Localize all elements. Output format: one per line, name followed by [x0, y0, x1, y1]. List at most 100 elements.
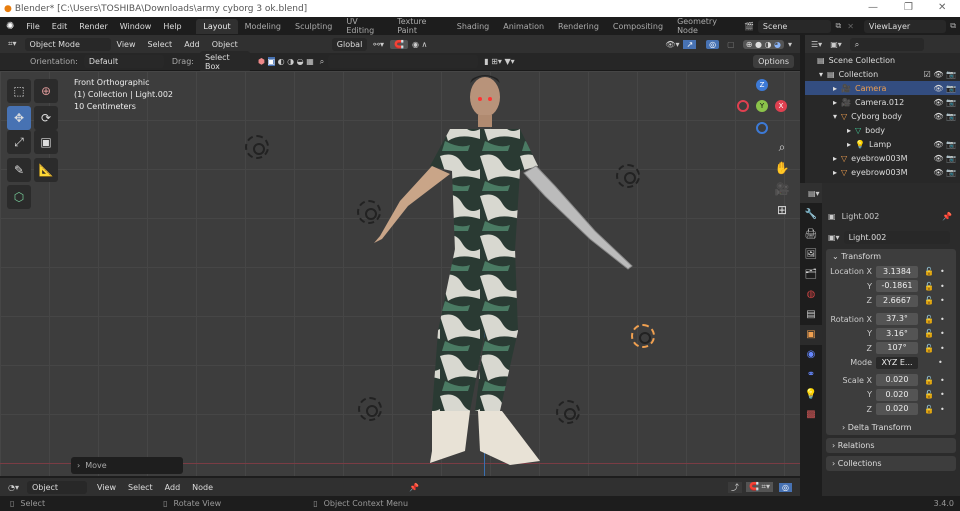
light-object-icon[interactable] — [245, 135, 269, 159]
editor-type-icon[interactable]: ◔▾ — [0, 483, 27, 492]
node-type-selector[interactable]: Object — [27, 480, 87, 494]
snap-toggle-icon[interactable]: 🧲 — [390, 39, 408, 49]
lock-icon[interactable]: 🔓 — [924, 390, 934, 399]
menu-render[interactable]: Render — [73, 22, 113, 31]
transform-tool-icon[interactable]: ▣ — [34, 130, 58, 154]
zoom-icon[interactable]: ⌕ — [772, 137, 792, 158]
view-layer-tab-icon[interactable]: 🗂 — [800, 265, 822, 285]
gizmo-y-axis[interactable]: Y — [756, 100, 768, 112]
editor-type-icon[interactable]: ⌗▾ — [0, 39, 25, 49]
ortho-grid-icon[interactable]: ⊞ — [772, 200, 792, 221]
scale-tool-icon[interactable]: ⤢ — [7, 130, 31, 154]
visibility-icon[interactable]: 👁▾ — [661, 40, 683, 49]
outliner-search-input[interactable]: ⌕ — [849, 37, 924, 51]
viewport-menu-view[interactable]: View — [111, 40, 142, 49]
scene-selector[interactable]: Scene — [757, 19, 832, 33]
xray-toggle-icon[interactable]: ▢ — [719, 40, 743, 49]
scene-icon[interactable]: 🎬 — [740, 22, 758, 31]
minimize-button[interactable]: — — [868, 2, 878, 13]
proportional-edit-icon[interactable]: ◉ ∧ — [408, 40, 431, 49]
data-tab-icon[interactable]: 💡 — [800, 385, 822, 405]
mode-selector[interactable]: Object Mode — [24, 37, 111, 51]
keyframe-dot[interactable]: • — [940, 329, 945, 338]
viewport-menu-add[interactable]: Add — [178, 40, 206, 49]
outliner-item-lamp[interactable]: ▸ 💡 Lamp 👁 📷 — [805, 137, 960, 151]
cursor-tool-icon[interactable]: ⊕ — [34, 79, 58, 103]
object-name-field[interactable]: Light.002 — [843, 230, 950, 244]
lock-icon[interactable]: 🔓 — [924, 315, 934, 324]
location-y-field[interactable]: -0.1861 — [876, 280, 918, 293]
search-icon[interactable]: ⌕ — [320, 57, 324, 67]
new-scene-icon[interactable]: ⧉ — [831, 21, 845, 31]
node-menu-select[interactable]: Select — [122, 483, 159, 492]
editor-type-icon[interactable]: ▤▾ — [808, 189, 820, 198]
scale-y-field[interactable]: 0.020 — [876, 388, 918, 401]
move-tool-icon[interactable]: ✥ — [7, 106, 31, 130]
shading-modes-icon[interactable]: ⊕ ● ◑ ◕ — [742, 39, 784, 49]
keyframe-dot[interactable]: • — [940, 296, 945, 305]
outliner-item-eyebrow[interactable]: ▸ ▽ eyebrow003M 👁 📷 — [805, 151, 960, 165]
filter-icon[interactable]: ▣▾ — [830, 40, 842, 49]
transform-header[interactable]: ⌄ Transform — [826, 252, 956, 261]
keyframe-dot[interactable]: • — [940, 390, 945, 399]
overlay-icon[interactable]: ◎ — [779, 482, 792, 492]
lock-icon[interactable]: 🔓 — [924, 405, 934, 414]
keyframe-dot[interactable]: • — [938, 358, 943, 367]
measure-tool-icon[interactable]: 📐 — [34, 158, 58, 182]
lock-icon[interactable]: 🔓 — [924, 296, 934, 305]
render-tab-icon[interactable]: 🖨 — [800, 225, 822, 245]
select-mode-icons[interactable]: ⬢ ▣ ◐ ◑ ◒ ▦ — [258, 57, 314, 66]
keyframe-dot[interactable]: • — [940, 282, 945, 291]
menu-help[interactable]: Help — [157, 22, 187, 31]
transform-orientation-selector[interactable]: Global — [331, 37, 368, 51]
options-button[interactable]: Options — [753, 55, 794, 68]
shading-options-icon[interactable]: ▾ — [784, 40, 800, 49]
texture-tab-icon[interactable]: ▩ — [800, 405, 822, 425]
snap-icon[interactable]: 🧲 ⌗▾ — [745, 482, 774, 492]
keyframe-dot[interactable]: • — [940, 267, 945, 276]
tab-layout[interactable]: Layout — [196, 18, 238, 34]
menu-edit[interactable]: Edit — [46, 22, 74, 31]
display-mode-icon[interactable]: ☰▾ — [811, 40, 822, 49]
viewport-menu-object[interactable]: Object — [206, 40, 244, 49]
node-menu-add[interactable]: Add — [159, 483, 187, 492]
outliner-item-camera[interactable]: ▸ 🎥 Camera 👁 📷 — [805, 81, 960, 95]
rotate-tool-icon[interactable]: ⟳ — [34, 106, 58, 130]
outliner-item-collection[interactable]: ▾ ▤ Collection ☑ 👁 📷 — [805, 67, 960, 81]
rotation-mode-dropdown[interactable]: XYZ E... — [876, 356, 918, 369]
delete-scene-icon[interactable]: ✕ — [845, 22, 864, 31]
close-button[interactable]: ✕ — [938, 2, 946, 13]
menu-window[interactable]: Window — [114, 22, 158, 31]
pin-icon[interactable]: 📌 — [409, 483, 419, 492]
world-tab-icon[interactable]: ◍ — [800, 285, 822, 305]
outliner-item-camera-012[interactable]: ▸ 🎥 Camera.012 👁 📷 — [805, 95, 960, 109]
gizmo-neg-x-axis[interactable] — [737, 100, 749, 112]
data-type-icon[interactable]: ▣▾ — [828, 233, 840, 242]
last-operator-panel[interactable]: › Move — [71, 457, 183, 474]
keyframe-dot[interactable]: • — [940, 344, 945, 353]
new-view-layer-icon[interactable]: ⧉ — [946, 21, 960, 31]
outliner-item-cyborg-body[interactable]: ▾ ▽ Cyborg body 👁 📷 — [805, 109, 960, 123]
scene-collection[interactable]: ▤ Scene Collection — [805, 53, 960, 67]
3d-viewport[interactable]: ⬚ ⊕ ✥ ⟳ ⤢ ▣ ✎ 📐 ⬡ Front Orthographic (1)… — [0, 71, 800, 476]
constraints-tab-icon[interactable]: ⚭ — [800, 365, 822, 385]
outliner-item-eyebrow[interactable]: ▸ ▽ eyebrow003M 👁 📷 — [805, 165, 960, 179]
relations-panel[interactable]: › Relations — [826, 438, 956, 453]
collections-panel[interactable]: › Collections — [826, 456, 956, 471]
delta-transform-subpanel[interactable]: › Delta Transform — [826, 423, 956, 432]
maximize-button[interactable]: ❐ — [904, 2, 913, 13]
tool-tab-icon[interactable]: 🔧 — [800, 205, 822, 225]
tab-animation[interactable]: Animation — [496, 19, 551, 34]
viewport-menu-select[interactable]: Select — [142, 40, 179, 49]
location-x-field[interactable]: 3.1384 — [876, 265, 918, 278]
lock-icon[interactable]: 🔓 — [924, 267, 934, 276]
parent-node-icon[interactable]: ⤴ — [727, 481, 742, 493]
lock-icon[interactable]: 🔓 — [924, 376, 934, 385]
navigation-gizmo[interactable]: Z Y X — [737, 79, 787, 135]
outliner-item-body[interactable]: ▸ ▽ body — [805, 123, 960, 137]
keyframe-dot[interactable]: • — [940, 405, 945, 414]
keyframe-dot[interactable]: • — [940, 315, 945, 324]
viewport-search-input[interactable] — [328, 55, 479, 68]
view-layer-selector[interactable]: ViewLayer — [863, 19, 947, 33]
rotation-y-field[interactable]: 3.16° — [876, 327, 918, 340]
